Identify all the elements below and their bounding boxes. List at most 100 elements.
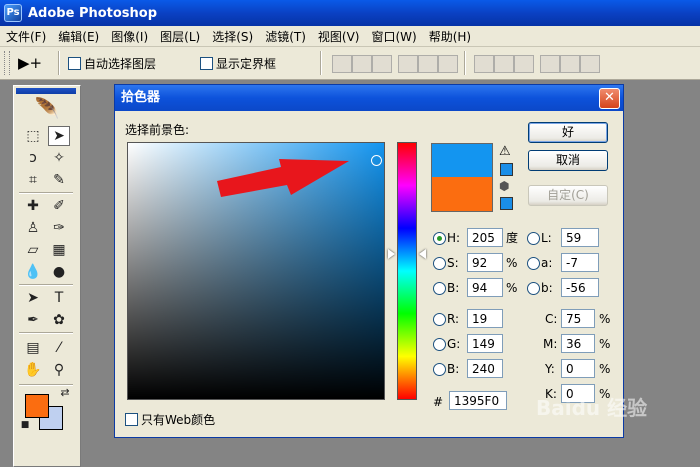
baidu-watermark: Baidu 经验 <box>536 396 648 420</box>
swap-colors-icon[interactable]: ⇄ <box>58 386 72 400</box>
show-bounding-box-checkbox[interactable]: 显示定界框 <box>200 55 276 72</box>
r-field[interactable]: 19 <box>467 309 503 328</box>
h-field[interactable]: 205 <box>467 228 503 247</box>
distribute-horizontal-center-icon[interactable] <box>560 55 580 73</box>
dialog-title-bar[interactable]: 拾色器 <box>115 85 623 111</box>
eyedropper-tool-icon[interactable]: ⁄ <box>48 338 70 358</box>
crop-tool-icon[interactable]: ⌗ <box>22 170 44 190</box>
current-color-preview[interactable] <box>431 177 493 212</box>
s-label: S: <box>447 256 459 270</box>
toolbox-separator <box>19 192 73 193</box>
s-field[interactable]: 92 <box>467 253 503 272</box>
g-field[interactable]: 149 <box>467 334 503 353</box>
distribute-vertical-center-icon[interactable] <box>494 55 514 73</box>
photoshop-feather-icon[interactable]: 🪶 <box>22 98 72 118</box>
menu-help[interactable]: 帮助(H) <box>423 28 477 45</box>
menu-select[interactable]: 选择(S) <box>206 28 259 45</box>
notes-tool-icon[interactable]: ▤ <box>22 338 44 358</box>
hex-field[interactable]: 1395F0 <box>449 391 507 410</box>
web-colors-only-checkbox[interactable]: 只有Web颜色 <box>125 411 215 428</box>
custom-button[interactable]: 自定(C) <box>528 185 608 206</box>
foreground-color-swatch[interactable] <box>25 394 49 418</box>
select-foreground-label: 选择前景色: <box>125 123 190 137</box>
menu-bar: 文件(F) 编辑(E) 图像(I) 图层(L) 选择(S) 滤镜(T) 视图(V… <box>0 26 700 47</box>
move-tool-icon[interactable]: ➤ <box>48 126 70 146</box>
menu-window[interactable]: 窗口(W) <box>365 28 422 45</box>
lab-a-field[interactable]: -7 <box>561 253 599 272</box>
h-radio[interactable] <box>433 232 446 245</box>
menu-image[interactable]: 图像(I) <box>105 28 154 45</box>
default-colors-icon[interactable]: ■ <box>20 420 30 430</box>
slice-tool-icon[interactable]: ✎ <box>48 170 70 190</box>
distribute-bottom-icon[interactable] <box>514 55 534 73</box>
zoom-tool-icon[interactable]: ⚲ <box>48 360 70 380</box>
lab-l-field[interactable]: 59 <box>561 228 599 247</box>
gamut-warning-swatch[interactable] <box>500 163 513 176</box>
type-tool-icon[interactable]: T <box>48 288 70 308</box>
checkbox-box[interactable] <box>68 57 81 70</box>
align-left-icon[interactable] <box>398 55 418 73</box>
distribute-right-icon[interactable] <box>580 55 600 73</box>
gamut-warning-icon[interactable]: ⚠ <box>499 145 511 158</box>
c-field[interactable]: 75 <box>561 309 595 328</box>
checkbox-box[interactable] <box>200 57 213 70</box>
hand-tool-icon[interactable]: ✋ <box>22 360 44 380</box>
custom-shape-tool-icon[interactable]: ✿ <box>48 310 70 330</box>
lab-b-radio[interactable] <box>527 282 540 295</box>
checkbox-box[interactable] <box>125 413 138 426</box>
menu-view[interactable]: 视图(V) <box>312 28 366 45</box>
menu-filter[interactable]: 滤镜(T) <box>259 28 312 45</box>
dodge-tool-icon[interactable]: ● <box>48 262 70 282</box>
menu-edit[interactable]: 编辑(E) <box>52 28 105 45</box>
rgb-b-field[interactable]: 240 <box>467 359 503 378</box>
healing-brush-tool-icon[interactable]: ✚ <box>22 196 44 216</box>
magic-wand-tool-icon[interactable]: ✧ <box>48 148 70 168</box>
web-safe-cube-icon[interactable]: ⬢ <box>499 180 509 192</box>
align-bottom-icon[interactable] <box>372 55 392 73</box>
toolbox-separator <box>19 384 73 385</box>
hue-slider[interactable] <box>397 142 417 400</box>
options-separator <box>58 51 59 75</box>
distribute-top-icon[interactable] <box>474 55 494 73</box>
color-marker[interactable] <box>371 155 382 166</box>
auto-select-layer-checkbox[interactable]: 自动选择图层 <box>68 55 156 72</box>
m-field[interactable]: 36 <box>561 334 595 353</box>
marquee-tool-icon[interactable]: ⬚ <box>22 126 44 146</box>
align-vertical-center-icon[interactable] <box>352 55 372 73</box>
y-field[interactable]: 0 <box>561 359 595 378</box>
clone-stamp-tool-icon[interactable]: ♙ <box>22 218 44 238</box>
toolbox-title-bar[interactable] <box>16 88 76 94</box>
b-radio[interactable] <box>433 282 446 295</box>
options-bar-grip[interactable] <box>4 51 10 75</box>
tool-preset-picker[interactable]: ▶+ <box>18 53 50 73</box>
options-separator <box>320 51 321 75</box>
ok-button[interactable]: 好 <box>528 122 608 143</box>
hue-slider-left-handle[interactable] <box>388 249 395 259</box>
align-horizontal-center-icon[interactable] <box>418 55 438 73</box>
r-radio[interactable] <box>433 313 446 326</box>
pen-tool-icon[interactable]: ✒ <box>22 310 44 330</box>
hue-slider-right-handle[interactable] <box>419 249 426 259</box>
lasso-tool-icon[interactable]: ↄ <box>22 148 44 168</box>
s-radio[interactable] <box>433 257 446 270</box>
lab-a-radio[interactable] <box>527 257 540 270</box>
align-top-icon[interactable] <box>332 55 352 73</box>
close-icon[interactable]: ✕ <box>599 88 620 109</box>
eraser-tool-icon[interactable]: ▱ <box>22 240 44 260</box>
lab-b-field[interactable]: -56 <box>561 278 599 297</box>
menu-file[interactable]: 文件(F) <box>0 28 52 45</box>
g-radio[interactable] <box>433 338 446 351</box>
rgb-b-radio[interactable] <box>433 363 446 376</box>
lab-l-radio[interactable] <box>527 232 540 245</box>
distribute-left-icon[interactable] <box>540 55 560 73</box>
web-safe-swatch[interactable] <box>500 197 513 210</box>
history-brush-tool-icon[interactable]: ✑ <box>48 218 70 238</box>
gradient-tool-icon[interactable]: ▦ <box>48 240 70 260</box>
blur-tool-icon[interactable]: 💧 <box>22 262 44 282</box>
b-field[interactable]: 94 <box>467 278 503 297</box>
menu-layer[interactable]: 图层(L) <box>154 28 206 45</box>
align-right-icon[interactable] <box>438 55 458 73</box>
cancel-button[interactable]: 取消 <box>528 150 608 171</box>
brush-tool-icon[interactable]: ✐ <box>48 196 70 216</box>
path-selection-tool-icon[interactable]: ➤ <box>22 288 44 308</box>
